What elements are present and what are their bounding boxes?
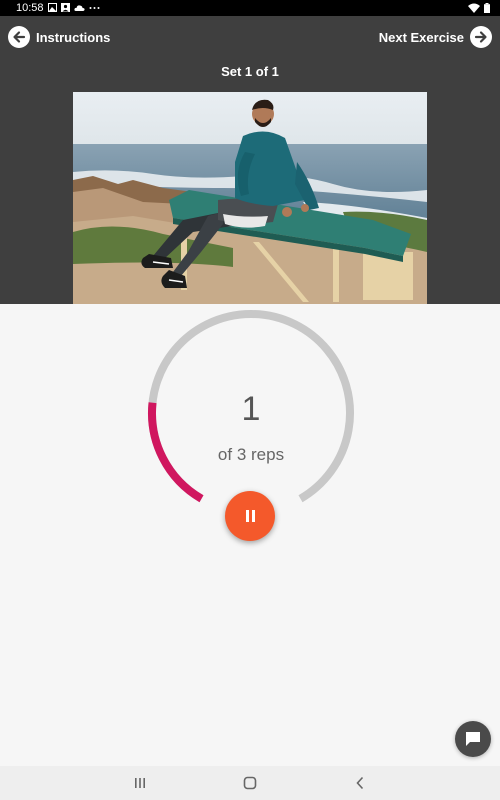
instructions-button[interactable]: Instructions: [8, 26, 110, 48]
next-exercise-button[interactable]: Next Exercise: [379, 26, 492, 48]
more-dots-icon: [89, 7, 100, 9]
back-icon: [356, 776, 364, 790]
pause-icon: [244, 510, 256, 522]
android-navigation-bar: [0, 766, 500, 800]
pause-button[interactable]: [225, 491, 275, 541]
status-system-icons: [468, 3, 490, 13]
reps-total-label: of 3 reps: [217, 445, 285, 464]
wifi-icon: [468, 3, 480, 13]
person-icon: [61, 3, 70, 12]
arrow-right-circle-icon: [470, 26, 492, 48]
arrow-left-circle-icon: [8, 26, 30, 48]
set-label: Set 1 of 1: [221, 64, 279, 79]
recents-icon: [135, 778, 145, 788]
battery-icon: [484, 3, 490, 13]
home-icon: [243, 776, 257, 790]
exercise-video[interactable]: [73, 92, 427, 304]
chat-button[interactable]: [455, 721, 491, 757]
next-exercise-label: Next Exercise: [378, 29, 464, 45]
cloud-icon: [74, 5, 85, 11]
status-bar: 10:58: [0, 0, 500, 16]
status-notification-icons: [48, 3, 100, 12]
exercise-header: Instructions Next Exercise Set 1 of 1: [0, 16, 500, 304]
status-time: 10:58: [16, 2, 44, 14]
recents-button[interactable]: [120, 766, 160, 800]
instructions-label: Instructions: [36, 29, 111, 45]
exercise-video-frame: [73, 92, 427, 304]
image-icon: [48, 3, 57, 12]
home-button[interactable]: [230, 766, 270, 800]
chat-bubble-icon: [466, 732, 480, 746]
current-rep-count: 1: [241, 390, 261, 428]
back-button[interactable]: [340, 766, 380, 800]
